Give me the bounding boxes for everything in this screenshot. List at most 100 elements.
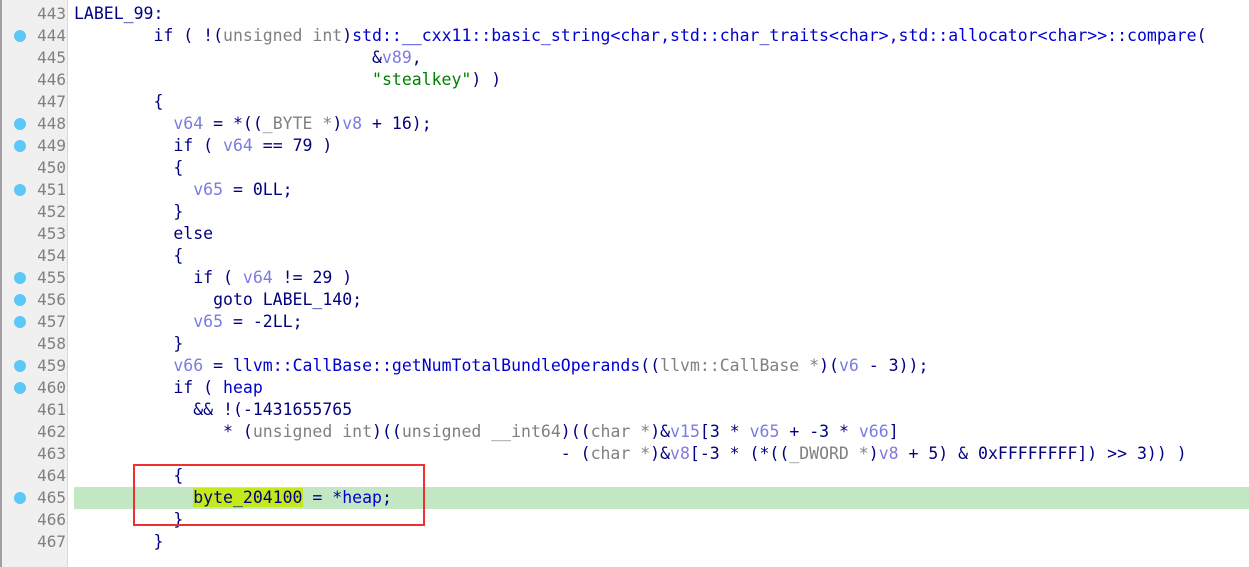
code-token[interactable]: v65 — [193, 312, 223, 331]
code-line[interactable]: 461 && !(-1431655765 — [0, 399, 1249, 421]
line-number: 464 — [37, 466, 66, 485]
code-line[interactable]: 443 LABEL_99: — [0, 3, 1249, 25]
code-token: ) ) — [471, 70, 502, 89]
code-text: } — [74, 333, 1249, 355]
code-token: )( — [819, 356, 839, 375]
breakpoint-dot-icon[interactable] — [14, 492, 26, 504]
code-token[interactable]: v6 — [839, 356, 859, 375]
line-number: 457 — [37, 312, 66, 331]
code-text: { — [74, 245, 1249, 267]
breakpoint-dot-icon[interactable] — [14, 272, 26, 284]
code-token[interactable]: v66 — [173, 356, 203, 375]
code-token[interactable]: llvm::CallBase::getNumTotalBundleOperand… — [233, 356, 640, 375]
code-token: * ( — [74, 422, 253, 441]
line-number: 452 — [37, 202, 66, 221]
breakpoint-dot-icon[interactable] — [14, 294, 26, 306]
code-token[interactable]: v89 — [382, 48, 412, 67]
breakpoint-dot-icon[interactable] — [14, 382, 26, 394]
breakpoint-dot-icon[interactable] — [14, 30, 26, 42]
code-token: { — [74, 246, 184, 265]
line-number: 465 — [37, 488, 66, 507]
code-token[interactable]: v66 — [859, 422, 889, 441]
code-token[interactable]: v64 — [223, 136, 253, 155]
code-line[interactable]: 450 { — [0, 157, 1249, 179]
code-line[interactable]: 448 v64 = *((_BYTE *)v8 + 16); — [0, 113, 1249, 135]
line-number: 463 — [37, 444, 66, 463]
line-number: 462 — [37, 422, 66, 441]
code-token: = *(( — [203, 114, 263, 133]
pseudocode-view[interactable]: 443 LABEL_99: 444 if ( !(unsigned int)std:… — [0, 0, 1249, 567]
code-token[interactable]: v65 — [750, 422, 780, 441]
code-token: if ( — [74, 378, 224, 397]
line-number: 444 — [37, 26, 66, 45]
code-text: if ( v64 != 29 ) — [74, 267, 1249, 289]
code-token[interactable]: v64 — [243, 268, 273, 287]
code-line[interactable]: 444 if ( !(unsigned int)std::__cxx11::ba… — [0, 25, 1249, 47]
code-token: ) — [332, 114, 343, 133]
line-number: 459 — [37, 356, 66, 375]
code-token: + 16); — [362, 114, 432, 133]
code-line[interactable]: 455 if ( v64 != 29 ) — [0, 267, 1249, 289]
code-token[interactable]: v15 — [670, 422, 700, 441]
code-line[interactable]: 452 } — [0, 201, 1249, 223]
line-number: 454 — [37, 246, 66, 265]
code-token: goto LABEL_140; — [74, 290, 363, 309]
code-text: v66 = llvm::CallBase::getNumTotalBundleO… — [74, 355, 1249, 377]
breakpoint-dot-icon[interactable] — [14, 140, 26, 152]
code-line[interactable]: 446 "stealkey") ) — [0, 69, 1249, 91]
code-token[interactable]: v64 — [173, 114, 203, 133]
code-text: "stealkey") ) — [74, 69, 1249, 91]
code-line[interactable]: 457 v65 = -2LL; — [0, 311, 1249, 333]
code-text: && !(-1431655765 — [74, 399, 1249, 421]
code-token: unsigned __int64 — [401, 422, 561, 441]
code-token: == 79 ) — [252, 136, 333, 155]
code-token: char * — [590, 422, 651, 441]
code-text: if ( v64 == 79 ) — [74, 135, 1249, 157]
code-line[interactable]: 451 v65 = 0LL; — [0, 179, 1249, 201]
code-token[interactable]: heap — [223, 378, 263, 397]
breakpoint-dot-icon[interactable] — [14, 360, 26, 372]
code-line[interactable]: 458 } — [0, 333, 1249, 355]
breakpoint-dot-icon[interactable] — [14, 184, 26, 196]
line-number: 450 — [37, 158, 66, 177]
code-line[interactable]: 447 { — [0, 91, 1249, 113]
code-line[interactable]: 453 else — [0, 223, 1249, 245]
code-token: _BYTE * — [262, 114, 333, 133]
code-token: { — [74, 92, 164, 111]
code-token[interactable]: v8 — [670, 444, 690, 463]
code-line[interactable]: 445 &v89, — [0, 47, 1249, 69]
code-token[interactable]: v8 — [342, 114, 362, 133]
code-text: v64 = *((_BYTE *)v8 + 16); — [74, 113, 1249, 135]
code-line[interactable]: 467 } — [0, 531, 1249, 553]
code-token[interactable]: v65 — [193, 180, 223, 199]
code-line[interactable]: 463 - (char *)&v8[-3 * (*((_DWORD *)v8 +… — [0, 443, 1249, 465]
code-line[interactable]: 456 goto LABEL_140; — [0, 289, 1249, 311]
code-token[interactable]: std::__cxx11::basic_string<char,std::cha… — [352, 26, 1196, 45]
code-token: != 29 ) — [272, 268, 353, 287]
line-number: 466 — [37, 510, 66, 529]
line-number: 455 — [37, 268, 66, 287]
code-line[interactable]: 454 { — [0, 245, 1249, 267]
code-token: + 5) & 0xFFFFFFFF]) >> 3)) ) — [898, 444, 1187, 463]
code-line[interactable]: 462 * (unsigned int)((unsigned __int64)(… — [0, 421, 1249, 443]
code-token: unsigned int — [252, 422, 373, 441]
code-token: "stealkey" — [372, 70, 472, 89]
code-line[interactable]: 459 v66 = llvm::CallBase::getNumTotalBun… — [0, 355, 1249, 377]
code-token: && !(-1431655765 — [74, 400, 353, 419]
code-token: (( — [640, 356, 661, 375]
code-token: ] — [888, 422, 899, 441]
line-number: 446 — [37, 70, 66, 89]
code-token: else — [74, 224, 214, 243]
code-line[interactable]: 449 if ( v64 == 79 ) — [0, 135, 1249, 157]
code-token: _DWORD * — [789, 444, 869, 463]
breakpoint-dot-icon[interactable] — [14, 118, 26, 130]
code-token: if ( — [74, 136, 224, 155]
code-token[interactable]: v8 — [879, 444, 899, 463]
line-number: 458 — [37, 334, 66, 353]
code-text: if ( heap — [74, 377, 1249, 399]
breakpoint-dot-icon[interactable] — [14, 316, 26, 328]
code-line[interactable]: 460 if ( heap — [0, 377, 1249, 399]
code-token: - 3)); — [858, 356, 929, 375]
